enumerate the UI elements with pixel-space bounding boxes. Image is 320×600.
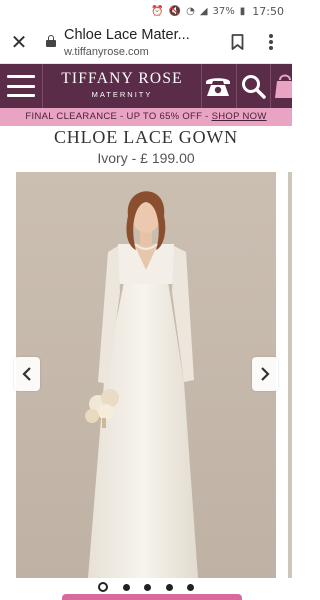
wifi-icon: ◔ xyxy=(186,5,195,17)
bag-icon[interactable] xyxy=(274,72,292,100)
brand-logo[interactable]: TIFFANY ROSE MATERNITY xyxy=(44,70,200,99)
chevron-right-icon xyxy=(261,367,270,381)
header-divider xyxy=(270,64,271,108)
menu-icon[interactable] xyxy=(7,75,35,97)
carousel-dot-3[interactable] xyxy=(144,583,151,591)
site-header: TIFFANY ROSE MATERNITY xyxy=(0,64,292,108)
carousel-indicators xyxy=(98,581,194,593)
previous-image-button[interactable] xyxy=(14,357,40,391)
brand-subtitle: MATERNITY xyxy=(91,90,153,99)
chevron-left-icon xyxy=(22,367,31,381)
product-name: CHLOE LACE GOWN xyxy=(54,127,238,147)
promo-text: FINAL CLEARANCE - UP TO 65% OFF - xyxy=(25,111,212,122)
page-title: Chloe Lace Mater... xyxy=(64,27,190,43)
header-divider xyxy=(201,64,202,108)
alarm-icon: ⏰ xyxy=(151,5,164,17)
overflow-menu-icon[interactable] xyxy=(268,32,274,52)
battery-icon: ▮ xyxy=(239,5,246,17)
carousel-dot-1[interactable] xyxy=(98,582,108,592)
product-photo xyxy=(16,172,276,578)
page-url[interactable]: w.tiffanyrose.com xyxy=(64,46,214,58)
browser-bar: ✕ Chloe Lace Mater... w.tiffanyrose.com xyxy=(0,22,292,64)
signal-icon: ◢ xyxy=(199,5,208,17)
search-icon[interactable] xyxy=(240,73,266,99)
next-slide-peek xyxy=(288,172,292,578)
carousel-dot-5[interactable] xyxy=(187,583,194,591)
status-bar: ⏰ 🔇 ◔ ◢ 37% ▮ 17:50 xyxy=(0,0,292,22)
carousel-dot-2[interactable] xyxy=(122,583,130,591)
carousel-dot-4[interactable] xyxy=(165,583,173,591)
product-image[interactable] xyxy=(16,172,276,578)
shop-now-link[interactable]: SHOP NOW xyxy=(212,111,267,122)
brand-name: TIFFANY ROSE xyxy=(61,70,183,87)
bookmark-icon[interactable] xyxy=(231,34,244,50)
next-image-button[interactable] xyxy=(252,357,278,391)
battery-level: 37% xyxy=(212,5,235,17)
lock-icon xyxy=(46,35,56,47)
clock: 17:50 xyxy=(252,4,284,18)
product-variant-price: Ivory - £ 199.00 xyxy=(97,150,195,166)
close-icon[interactable]: ✕ xyxy=(8,31,30,53)
promo-banner[interactable]: FINAL CLEARANCE - UP TO 65% OFF - SHOP N… xyxy=(0,108,292,126)
header-divider xyxy=(236,64,237,108)
phone-icon[interactable] xyxy=(204,74,232,98)
mute-icon: 🔇 xyxy=(168,5,182,17)
add-to-bag-button[interactable] xyxy=(62,594,242,600)
header-divider xyxy=(42,64,43,108)
